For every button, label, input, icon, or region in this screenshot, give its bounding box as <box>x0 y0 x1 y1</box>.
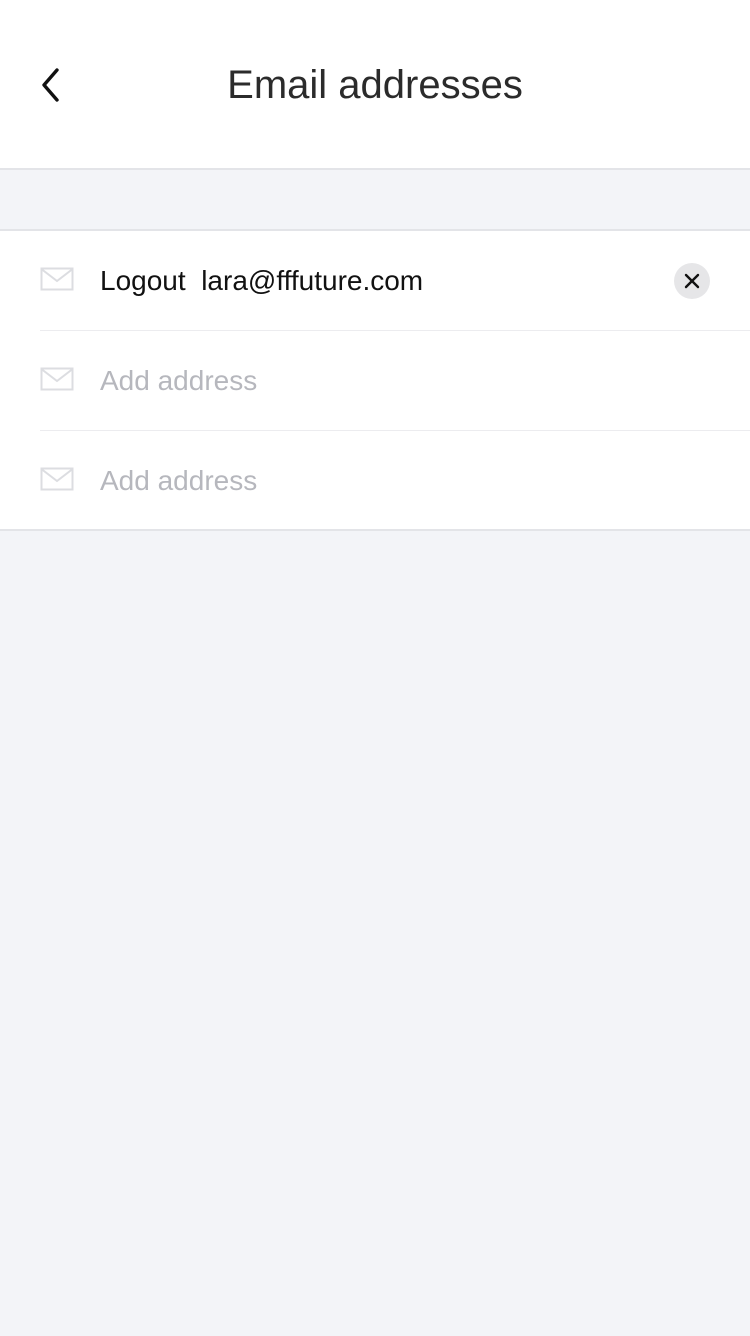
mail-icon <box>40 467 74 491</box>
mail-icon <box>40 367 74 391</box>
close-icon <box>684 273 700 289</box>
app-header: Email addresses <box>0 0 750 170</box>
email-row[interactable]: Add address <box>0 431 750 531</box>
add-address-field[interactable]: Add address <box>100 361 257 401</box>
email-field[interactable]: Logout lara@fffuture.com <box>100 261 423 301</box>
email-row[interactable]: Add address <box>0 331 750 431</box>
page-title: Email addresses <box>227 63 523 107</box>
email-row[interactable]: Logout lara@fffuture.com <box>0 231 750 331</box>
add-address-field[interactable]: Add address <box>100 461 257 501</box>
clear-email-button[interactable] <box>674 263 710 299</box>
mail-icon <box>40 267 74 291</box>
email-address-list: Logout lara@fffuture.com Add address Add… <box>0 229 750 531</box>
